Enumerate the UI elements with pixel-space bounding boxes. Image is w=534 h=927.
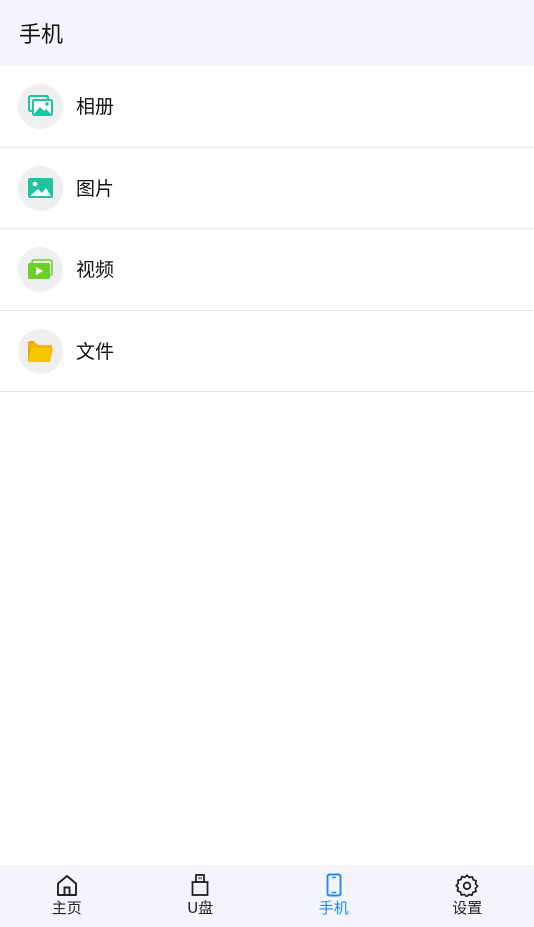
tab-home[interactable]: 主页 [0, 865, 134, 927]
list-item-images[interactable]: 图片 [0, 148, 534, 229]
page-title: 手机 [19, 23, 64, 48]
list-item-video[interactable]: 视频 [0, 229, 534, 311]
tab-label: 手机 [318, 899, 349, 917]
tab-label: U盘 [187, 899, 214, 917]
tab-usb-drive[interactable]: U盘 [134, 865, 268, 927]
phone-screen: 手机 相册 图片 视频 文件 主页 U盘 手机 设置 [0, 0, 534, 927]
album-icon [18, 84, 63, 129]
image-icon [18, 165, 63, 211]
folder-icon [18, 328, 63, 374]
home-icon [56, 875, 77, 896]
usb-drive-icon [191, 874, 209, 896]
list-item-label: 文件 [76, 340, 115, 363]
video-icon [18, 247, 63, 292]
gear-icon [455, 874, 479, 897]
category-list: 相册 图片 视频 文件 [0, 66, 534, 392]
header-bar: 手机 [0, 0, 534, 66]
tab-phone[interactable]: 手机 [267, 865, 401, 927]
tab-label: 主页 [51, 899, 82, 917]
list-item-files[interactable]: 文件 [0, 311, 534, 392]
list-item-label: 视频 [76, 259, 115, 281]
phone-icon [326, 873, 342, 897]
list-item-label: 图片 [76, 177, 115, 200]
tab-settings[interactable]: 设置 [401, 865, 534, 927]
list-item-album[interactable]: 相册 [0, 66, 534, 148]
list-item-label: 相册 [76, 96, 115, 118]
tab-label: 设置 [452, 899, 483, 917]
bottom-tab-bar: 主页 U盘 手机 设置 [0, 865, 534, 927]
